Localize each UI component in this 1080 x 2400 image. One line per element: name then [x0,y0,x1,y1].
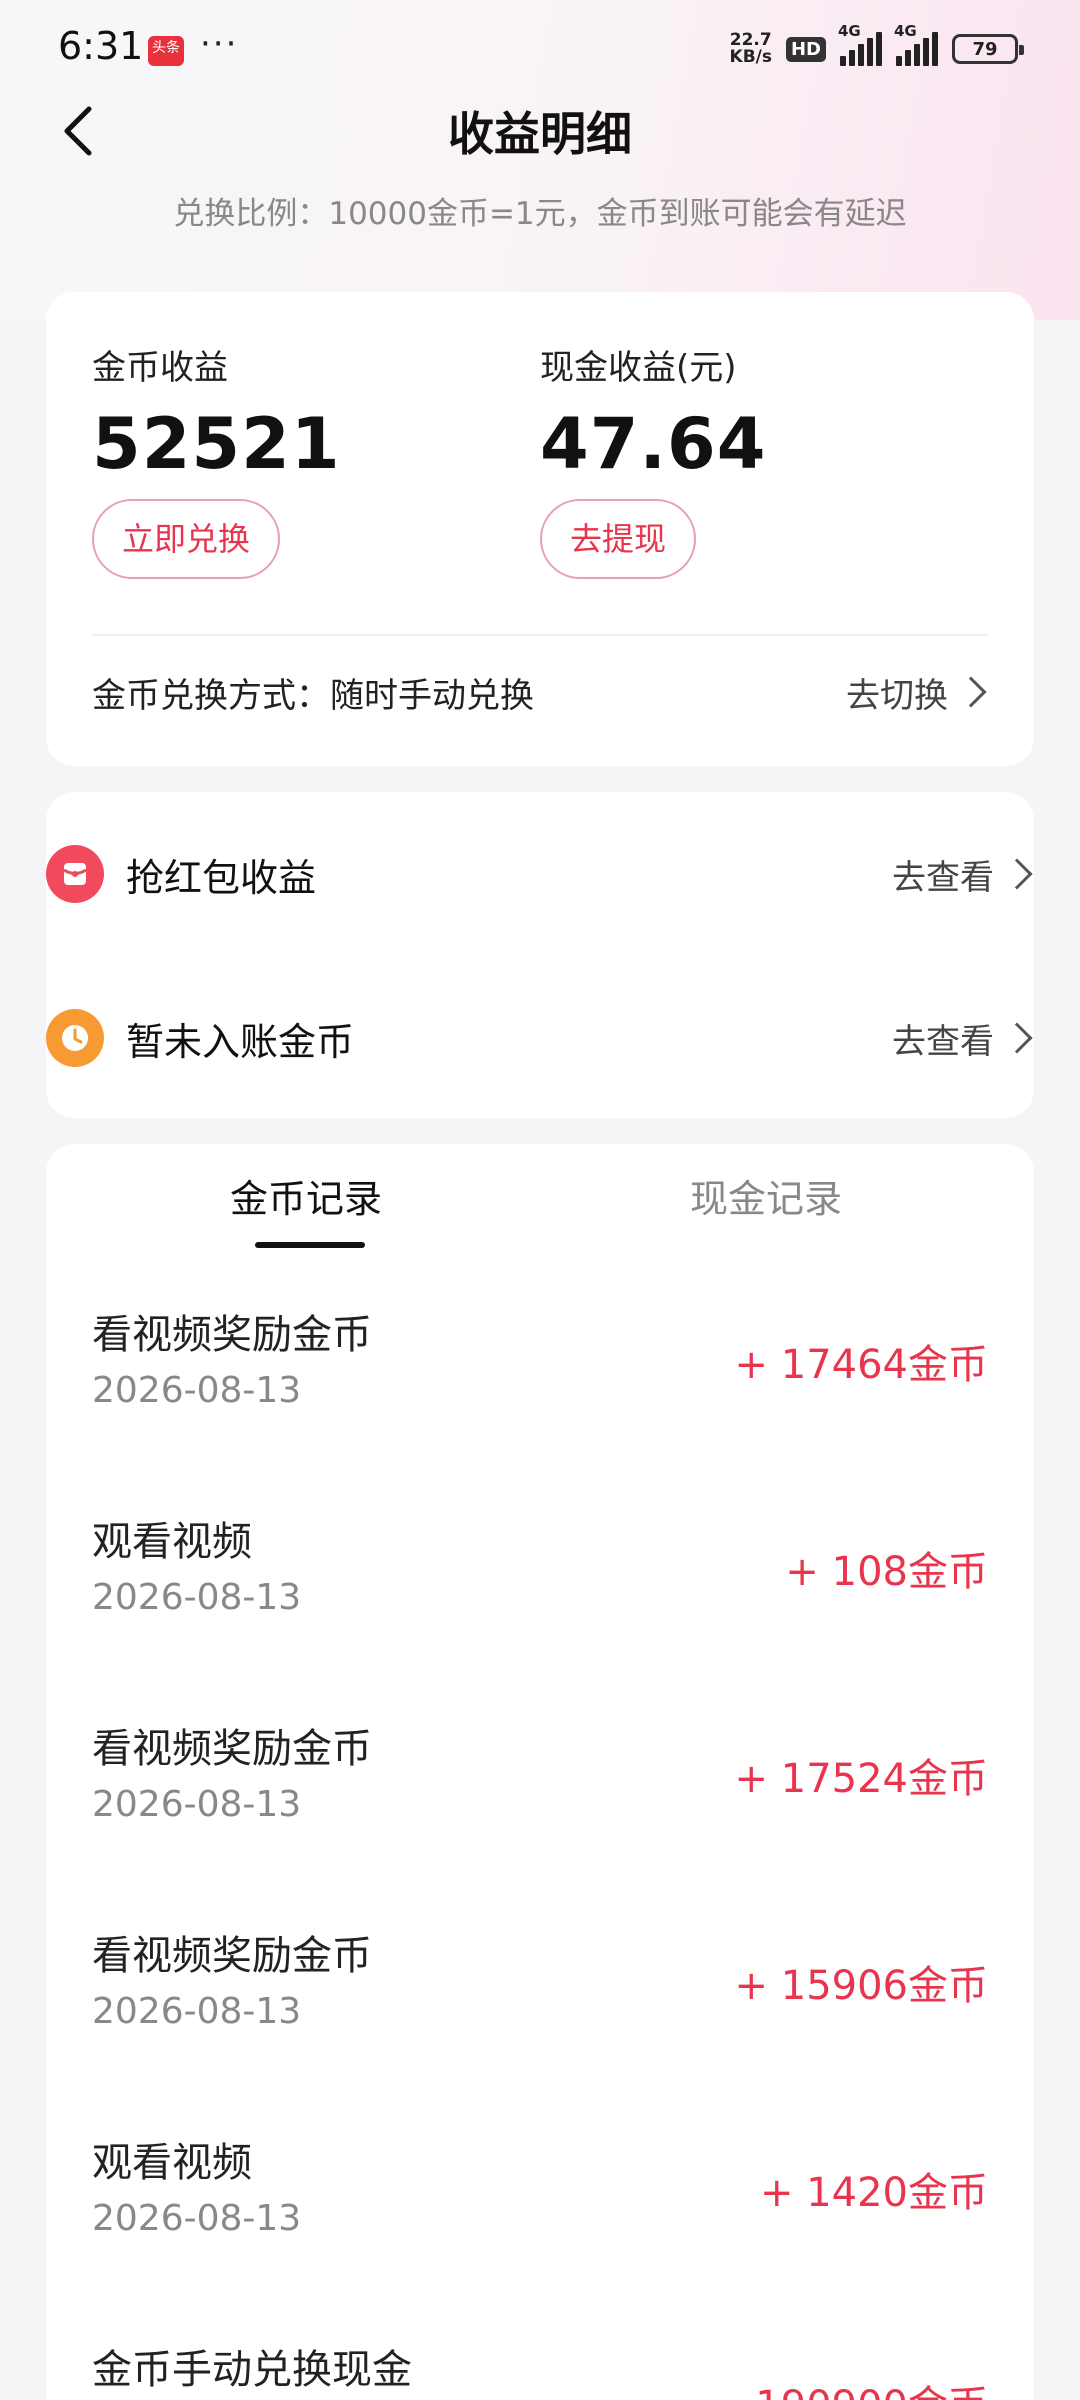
network-speed: 22.7 KB/s [730,32,772,66]
signal-4g-icon: 4G [894,22,938,66]
record-amount: - 190900金币 [728,2373,988,2400]
record-title: 观看视频 [92,2140,252,2186]
record-date: 2026-08-13 [92,1784,302,1825]
status-time: 6:31 [58,24,144,68]
record-title: 观看视频 [92,1519,252,1565]
clock-icon [46,1009,104,1067]
toutiao-app-icon: 头条 [148,36,184,66]
tab-coin-records[interactable]: 金币记录 [230,1168,382,1223]
network-speed-unit: KB/s [729,47,772,67]
exchange-method-row: 金币兑换方式：随时手动兑换 去切换 [92,662,988,722]
record-amount: + 15906金币 [734,1963,988,2009]
list-item: 观看视频 2026-08-13 + 108金币 [46,1509,1034,1669]
record-amount: + 17464金币 [734,1342,988,1388]
view-pending-label: 去查看 [892,1021,994,1062]
record-title: 看视频奖励金币 [92,1933,372,1979]
more-notifications-icon: ··· [200,24,239,64]
exchange-method-text: 金币兑换方式：随时手动兑换 [92,675,534,716]
status-bar: 6:31 头条 ··· 22.7 KB/s HD 4G 4G 79 [0,0,1080,96]
battery-level: 79 [972,38,998,60]
earnings-card: 金币收益 52521 立即兑换 现金收益(元) 47.64 去提现 金币兑换方式… [46,292,1034,766]
cash-earnings: 现金收益(元) 47.64 去提现 [540,340,766,579]
chevron-right-icon [955,676,987,708]
withdraw-button[interactable]: 去提现 [540,499,697,579]
switch-method-link[interactable]: 去切换 [846,668,988,717]
red-packet-label: 抢红包收益 [126,855,317,900]
pending-coins-row[interactable]: 暂未入账金币 去查看 [46,998,1034,1078]
view-red-packet-label: 去查看 [892,857,994,898]
record-amount: + 1420金币 [759,2170,988,2216]
signal-4g-icon: 4G [838,22,882,66]
record-amount: + 108金币 [785,1549,988,1595]
record-date: 2026-08-13 [92,1991,302,2032]
signal-label: 4G [838,22,861,40]
cash-earnings-label: 现金收益(元) [540,348,737,388]
coin-earnings-label: 金币收益 [92,348,228,388]
exchange-now-button[interactable]: 立即兑换 [92,499,281,579]
list-item: 观看视频 2026-08-13 + 1420金币 [46,2130,1034,2290]
coin-earnings: 金币收益 52521 立即兑换 [92,340,341,579]
view-pending-link[interactable]: 去查看 [892,1014,1034,1063]
status-indicators: 22.7 KB/s HD 4G 4G 79 [730,22,1024,70]
divider [92,634,988,636]
red-packet-icon [46,845,104,903]
page-title: 收益明细 [448,107,632,161]
hd-voice-icon: HD [785,36,826,62]
record-title: 看视频奖励金币 [92,1312,372,1358]
record-title: 金币手动兑换现金 [92,2347,412,2393]
record-date: 2026-08-13 [92,1370,302,1411]
exchange-rate-note: 兑换比例：10000金币=1元，金币到账可能会有延迟 [173,196,907,232]
view-red-packet-link[interactable]: 去查看 [892,850,1034,899]
list-item: 看视频奖励金币 2026-08-13 + 15906金币 [46,1923,1034,2083]
pending-coins-label: 暂未入账金币 [126,1019,355,1064]
tab-cash-records[interactable]: 现金记录 [690,1168,842,1223]
active-tab-indicator [255,1242,365,1248]
record-title: 看视频奖励金币 [92,1726,372,1772]
battery-icon: 79 [952,34,1024,64]
cash-earnings-value: 47.64 [540,403,767,485]
record-date: 2026-08-13 [92,1577,302,1618]
chevron-right-icon [1001,1022,1033,1054]
record-tabs: 金币记录 现金记录 [0,1168,1080,1258]
list-item: 看视频奖励金币 2026-08-13 + 17524金币 [46,1716,1034,1876]
list-item: 金币手动兑换现金 - 190900金币 [46,2337,1034,2400]
chevron-right-icon [1001,858,1033,890]
red-packet-earnings-row[interactable]: 抢红包收益 去查看 [46,834,1034,914]
signal-label: 4G [894,22,917,40]
record-date: 2026-08-13 [92,2198,302,2239]
switch-method-label: 去切换 [846,675,948,716]
coin-earnings-value: 52521 [92,403,341,485]
record-amount: + 17524金币 [734,1756,988,1802]
list-item: 看视频奖励金币 2026-08-13 + 17464金币 [46,1302,1034,1462]
